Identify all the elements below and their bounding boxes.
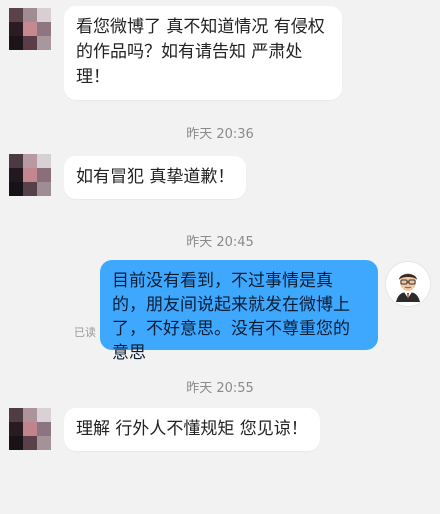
message-bubble[interactable]: 如有冒犯 真挚道歉！ <box>64 156 247 199</box>
message-text: 看您微博了 真不知道情况 有侵权的作品吗？如有请告知 严肃处理！ <box>76 17 325 87</box>
user-avatar-icon[interactable] <box>386 262 430 306</box>
timestamp: 昨天 20:36 <box>186 127 254 142</box>
message-text: 理解 行外人不懂规矩 您见谅！ <box>76 419 308 439</box>
pixelated-avatar-icon[interactable] <box>9 8 51 50</box>
message-bubble[interactable]: 目前没有看到，不过事情是真的，朋友间说起来就发在微博上了，不好意思。没有不尊重您… <box>100 260 378 363</box>
read-status: 已读 <box>74 326 96 339</box>
message-bubble[interactable]: 理解 行外人不懂规矩 您见谅！ <box>64 408 320 451</box>
timestamp: 昨天 20:55 <box>186 381 254 396</box>
pixelated-avatar-icon[interactable] <box>9 408 51 450</box>
pixelated-avatar-icon[interactable] <box>9 154 51 196</box>
message-text: 目前没有看到，不过事情是真的，朋友间说起来就发在微博上了，不好意思。没有不尊重您… <box>112 271 350 363</box>
message-text: 如有冒犯 真挚道歉！ <box>76 167 235 187</box>
message-bubble[interactable]: 看您微博了 真不知道情况 有侵权的作品吗？如有请告知 严肃处理！ <box>64 6 342 100</box>
timestamp: 昨天 20:45 <box>186 235 254 250</box>
user-avatar-icon-graphic <box>386 262 430 306</box>
